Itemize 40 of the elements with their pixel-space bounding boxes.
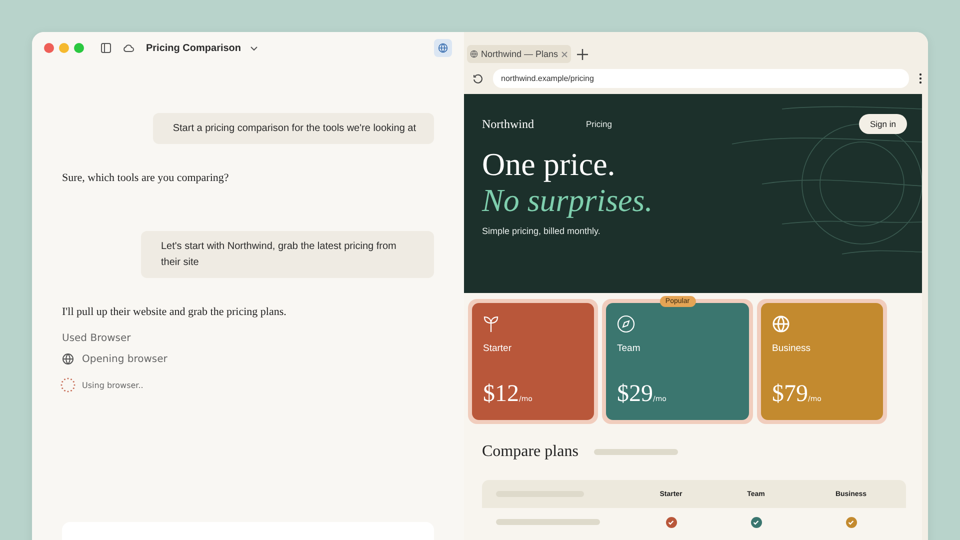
user-message: Let's start with Northwind, grab the latest pricing from their site xyxy=(141,231,434,278)
browser-button[interactable] xyxy=(434,39,452,57)
hero-headline-accent: No surprises. xyxy=(482,182,654,218)
plan-price: $79 xyxy=(772,381,808,408)
site-logo: Northwind xyxy=(482,116,534,132)
plan-name: Team xyxy=(617,343,642,354)
user-message: Start a pricing comparison for the tools we're looking at xyxy=(152,113,434,144)
plan-name: Starter xyxy=(483,343,513,354)
close-icon[interactable] xyxy=(561,50,568,58)
assistant-message: Sure, which tools are you comparing? xyxy=(62,172,230,184)
section-title: Compare plans xyxy=(482,443,578,461)
progress-text: Using browser.. xyxy=(82,380,144,390)
nav-link[interactable]: Pricing xyxy=(586,119,612,129)
close-button[interactable] xyxy=(44,43,54,53)
sprout-icon xyxy=(483,315,499,333)
window-title: Pricing Comparison xyxy=(146,42,242,54)
chevron-down-icon[interactable] xyxy=(250,46,258,50)
hero-headline: One price. xyxy=(482,146,616,182)
address-bar[interactable]: northwind.example/pricing xyxy=(493,69,909,88)
plus-icon[interactable] xyxy=(577,48,588,60)
more-icon[interactable] xyxy=(919,73,922,84)
plan-price: $29 xyxy=(617,381,653,408)
compass-icon xyxy=(617,315,635,333)
browser-tab[interactable]: Northwind — Plans xyxy=(467,45,572,63)
sign-in-button[interactable]: Sign in xyxy=(859,114,907,134)
sidebar-icon[interactable] xyxy=(101,43,111,53)
globe-icon xyxy=(438,43,448,53)
assistant-message: I'll pull up their website and grab the pricing plans. xyxy=(62,306,288,318)
spinner-icon xyxy=(60,377,76,393)
plan-name: Business xyxy=(772,343,812,354)
globe-icon xyxy=(772,315,790,333)
tool-step-text: Opening browser xyxy=(82,354,168,364)
cloud-icon xyxy=(123,44,134,52)
tool-label: Used Browser xyxy=(62,333,132,344)
globe-icon xyxy=(62,353,74,365)
plan-price: $12 xyxy=(483,381,519,408)
tab-label: Northwind — Plans xyxy=(481,49,558,59)
reload-icon[interactable] xyxy=(473,74,483,84)
globe-icon xyxy=(470,50,478,58)
hero-subtitle: Simple pricing, billed monthly. xyxy=(482,226,602,236)
